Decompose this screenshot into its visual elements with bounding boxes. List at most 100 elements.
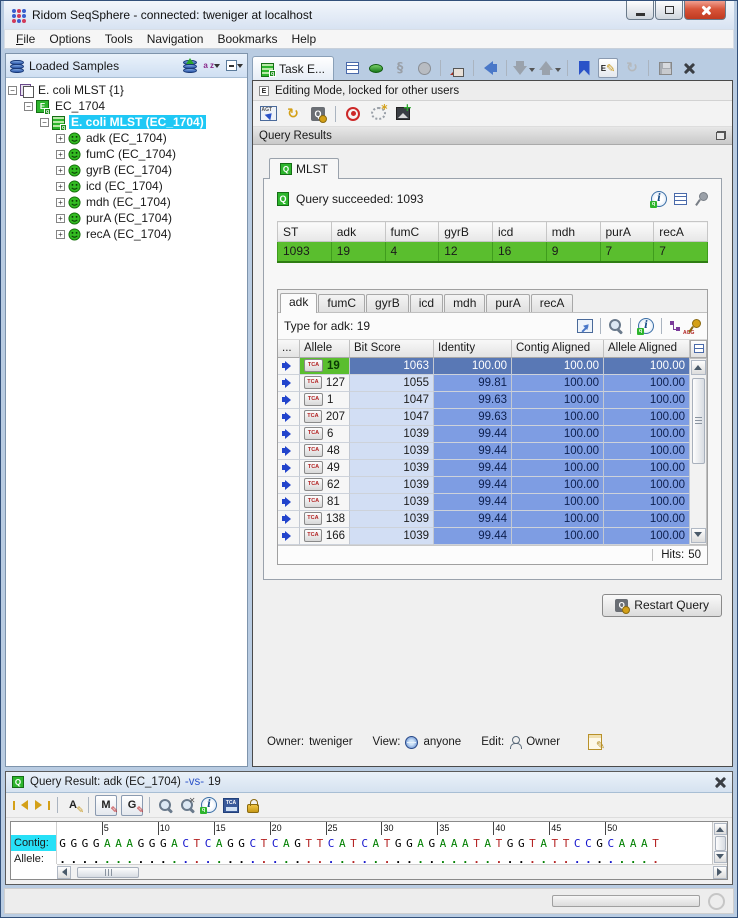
allele-row[interactable]: TCA6103999.44100.00100.00	[278, 426, 690, 443]
column-config-button[interactable]	[690, 340, 707, 358]
gene-tab-purA[interactable]: purA	[486, 294, 529, 312]
back-button[interactable]	[480, 58, 500, 78]
scroll-right-button[interactable]	[713, 866, 727, 879]
trace-button[interactable]: TCA	[304, 393, 323, 406]
title-bar[interactable]: Ridom SeqSphere - connected: tweniger at…	[4, 1, 734, 29]
gene-tab-recA[interactable]: recA	[531, 294, 574, 312]
allele-col-bitscore[interactable]: Bit Score	[350, 340, 434, 358]
expander-icon[interactable]	[8, 86, 17, 95]
allele-row[interactable]: TCA81103999.44100.00100.00	[278, 494, 690, 511]
allele-row[interactable]: TCA49103999.44100.00100.00	[278, 460, 690, 477]
edit-permissions-button[interactable]	[588, 734, 602, 750]
add-image-button[interactable]	[393, 104, 413, 124]
scrollbar-thumb[interactable]	[692, 378, 705, 464]
zoom-reset-button[interactable]: ✕	[178, 796, 196, 815]
expander-icon[interactable]	[40, 118, 49, 127]
goto-arrow-icon[interactable]	[282, 514, 296, 524]
query-settings-button[interactable]: Q	[308, 104, 328, 124]
bookmark-button[interactable]	[574, 58, 594, 78]
tree-item-gene[interactable]: recA (EC_1704)	[8, 226, 245, 242]
query-info-icon[interactable]: i	[651, 191, 667, 207]
search-button[interactable]	[608, 318, 623, 333]
allele-col-allele[interactable]: Allele	[300, 340, 350, 358]
allele-col-contigaligned[interactable]: Contig Aligned	[512, 340, 604, 358]
sort-az-button[interactable]: a z	[203, 61, 220, 71]
auto-annotate-button[interactable]	[368, 104, 388, 124]
target-button[interactable]	[343, 104, 363, 124]
gene-tab-adk[interactable]: adk	[280, 293, 317, 313]
tree-item-gene[interactable]: mdh (EC_1704)	[8, 194, 245, 210]
home-button[interactable]	[447, 58, 467, 78]
tree-item-mlst-selected[interactable]: q E. coli MLST (EC_1704)	[8, 114, 245, 130]
scrollbar-thumb[interactable]	[715, 836, 726, 851]
table-upload-button[interactable]	[342, 58, 362, 78]
trace-button[interactable]: TCA	[304, 359, 323, 372]
restore-panel-icon[interactable]	[716, 131, 726, 140]
allele-row[interactable]: TCA48103999.44100.00100.00	[278, 443, 690, 460]
menu-item-help[interactable]: Help	[284, 31, 323, 47]
result-table-icon[interactable]	[674, 193, 687, 205]
tree-item-gene[interactable]: adk (EC_1704)	[8, 130, 245, 146]
sequence-view[interactable]: 5101520253035404550 GGGGAAAGGGACTCAGGCTC…	[57, 822, 712, 864]
export-chart-button[interactable]	[577, 319, 593, 333]
edit-mode-button[interactable]: E✎	[598, 58, 618, 78]
sequence-hscrollbar[interactable]	[57, 864, 727, 879]
expander-icon[interactable]	[56, 214, 65, 223]
dna-button[interactable]: §	[390, 58, 410, 78]
st-result-row[interactable]: 10931941216977	[278, 242, 708, 262]
expander-icon[interactable]	[56, 134, 65, 143]
goto-arrow-icon[interactable]	[282, 429, 296, 439]
goto-arrow-icon[interactable]	[282, 446, 296, 456]
annotate-button[interactable]: A✎	[64, 796, 82, 815]
menu-item-file[interactable]: File	[9, 31, 42, 47]
scrollbar-thumb[interactable]	[77, 867, 139, 878]
goto-arrow-icon[interactable]	[282, 361, 296, 371]
trace-button[interactable]: TCA	[304, 410, 322, 423]
st-col-mdh[interactable]: mdh	[546, 222, 600, 242]
goto-arrow-icon[interactable]	[282, 378, 296, 388]
menu-item-bookmarks[interactable]: Bookmarks	[210, 31, 284, 47]
allele-col-identity[interactable]: Identity	[434, 340, 512, 358]
goto-arrow-icon[interactable]	[282, 412, 296, 422]
prev-difference-button[interactable]	[11, 796, 29, 815]
allele-row[interactable]: TCA62103999.44100.00100.00	[278, 477, 690, 494]
tree-item-gene[interactable]: fumC (EC_1704)	[8, 146, 245, 162]
globe-upload-button[interactable]	[366, 58, 386, 78]
scroll-left-button[interactable]	[57, 866, 71, 879]
alignment-info-button[interactable]: i	[200, 796, 218, 815]
goto-arrow-icon[interactable]	[282, 531, 296, 541]
st-col-gyrB[interactable]: gyrB	[439, 222, 493, 242]
tab-mlst[interactable]: Q MLST	[269, 158, 339, 179]
tree-compare-button[interactable]	[669, 319, 682, 333]
st-col-adk[interactable]: adk	[331, 222, 385, 242]
expander-icon[interactable]	[56, 182, 65, 191]
gene-tab-gyrB[interactable]: gyrB	[366, 294, 409, 312]
st-col-icd[interactable]: icd	[493, 222, 547, 242]
allele-row[interactable]: TCA166103999.44100.00100.00	[278, 528, 690, 545]
maximize-button[interactable]	[655, 1, 683, 20]
pin-icon[interactable]	[694, 192, 708, 206]
allele-col-[interactable]: ...	[278, 340, 300, 358]
gene-tab-fumC[interactable]: fumC	[318, 294, 365, 312]
close-button[interactable]	[684, 1, 726, 20]
face-button[interactable]	[414, 58, 434, 78]
expander-icon[interactable]	[56, 230, 65, 239]
next-bookmark-button[interactable]	[513, 58, 535, 78]
trace-button[interactable]: TCA	[304, 427, 323, 440]
st-col-recA[interactable]: recA	[654, 222, 708, 242]
expander-icon[interactable]	[56, 166, 65, 175]
allele-row[interactable]: TCA191063100.00100.00100.00	[278, 358, 690, 375]
tree-item-gene[interactable]: gyrB (EC_1704)	[8, 162, 245, 178]
reload-button[interactable]: ↻	[283, 104, 303, 124]
goto-arrow-icon[interactable]	[282, 497, 296, 507]
trace-button[interactable]: TCA	[304, 512, 322, 525]
scroll-down-button[interactable]	[691, 528, 706, 543]
sequence-vscrollbar[interactable]	[712, 822, 727, 864]
allele-row[interactable]: TCA207104799.63100.00100.00	[278, 409, 690, 426]
gene-toggle-button[interactable]: G✎	[121, 795, 143, 816]
zoom-in-button[interactable]	[156, 796, 174, 815]
scroll-up-button[interactable]	[691, 360, 706, 375]
tree-item-project[interactable]: E. coli MLST {1}	[8, 82, 245, 98]
menu-item-navigation[interactable]: Navigation	[140, 31, 211, 47]
expander-icon[interactable]	[24, 102, 33, 111]
